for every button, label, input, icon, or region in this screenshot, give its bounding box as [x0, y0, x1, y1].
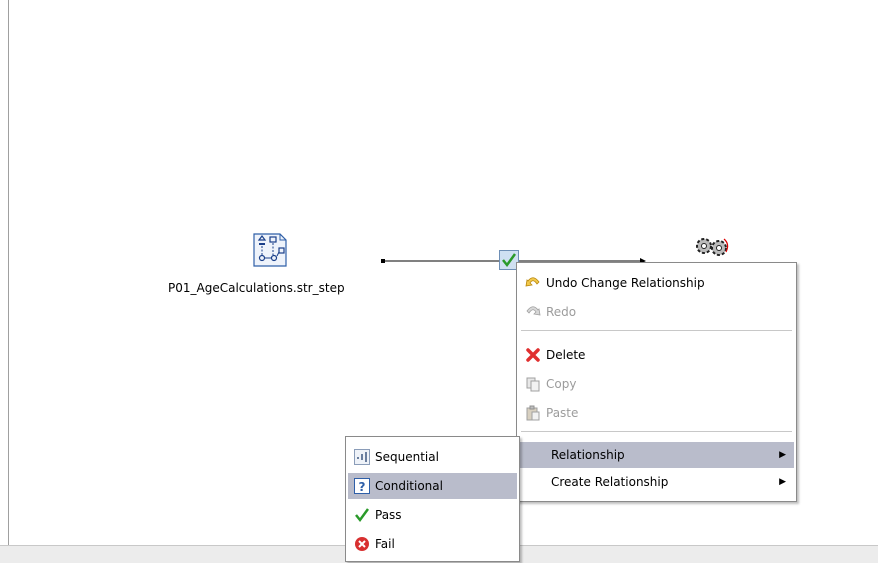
delete-icon	[525, 347, 541, 363]
menu-item-paste[interactable]: Paste	[519, 400, 794, 426]
sequential-icon	[354, 449, 370, 465]
submenu-item-conditional[interactable]: ? Conditional	[348, 473, 517, 499]
submenu-arrow-icon: ▶	[779, 477, 786, 487]
menu-item-label: Redo	[546, 305, 577, 319]
pass-icon	[354, 507, 370, 523]
fail-icon	[354, 536, 370, 552]
undo-icon	[525, 275, 541, 291]
copy-icon	[525, 376, 541, 392]
step-node-icon[interactable]	[250, 232, 290, 268]
submenu-item-sequential[interactable]: Sequential	[348, 444, 517, 470]
submenu-item-label: Pass	[375, 508, 402, 522]
svg-text:?: ?	[359, 480, 366, 494]
menu-separator	[521, 431, 792, 432]
menu-item-label: Delete	[546, 348, 586, 362]
submenu-item-label: Conditional	[375, 479, 443, 493]
submenu-item-pass[interactable]: Pass	[348, 502, 517, 528]
conditional-icon: ?	[354, 478, 370, 494]
menu-item-redo[interactable]: Redo	[519, 299, 794, 325]
submenu-item-label: Sequential	[375, 450, 439, 464]
menu-item-relationship[interactable]: Relationship ▶	[519, 442, 794, 468]
menu-item-label: Copy	[546, 377, 577, 391]
menu-separator	[521, 330, 792, 331]
source-node-label[interactable]: P01_AgeCalculations.str_step	[168, 281, 345, 295]
redo-icon	[525, 304, 541, 320]
submenu-item-fail[interactable]: Fail	[348, 531, 517, 557]
menu-item-copy[interactable]: Copy	[519, 371, 794, 397]
menu-item-label: Create Relationship	[551, 475, 669, 489]
menu-item-label: Undo Change Relationship	[546, 276, 705, 290]
menu-item-create-relationship[interactable]: Create Relationship ▶	[519, 469, 794, 495]
context-menu: Undo Change Relationship Redo Delete Cop…	[516, 262, 797, 502]
paste-icon	[525, 405, 541, 421]
submenu-item-label: Fail	[375, 537, 395, 551]
menu-item-undo[interactable]: Undo Change Relationship	[519, 270, 794, 296]
menu-item-label: Relationship	[551, 448, 625, 462]
menu-item-label: Paste	[546, 406, 579, 420]
gear-node-icon[interactable]	[690, 234, 732, 260]
submenu-arrow-icon: ▶	[779, 450, 786, 460]
relationship-submenu: Sequential ? Conditional Pass Fail	[345, 436, 520, 562]
menu-item-delete[interactable]: Delete	[519, 342, 794, 368]
canvas-border	[8, 0, 9, 545]
